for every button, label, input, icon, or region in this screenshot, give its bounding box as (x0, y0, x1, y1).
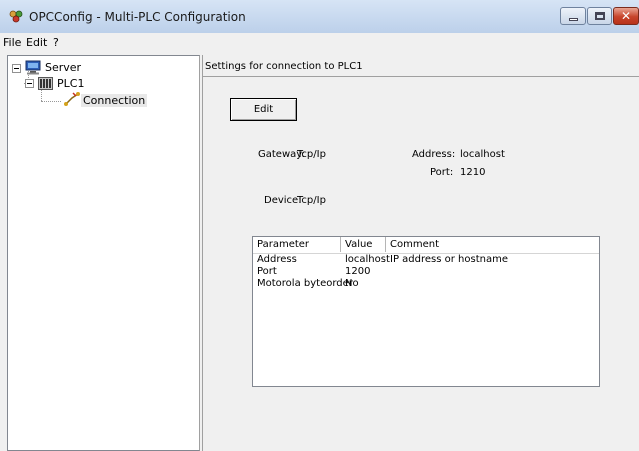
tree-line (41, 101, 61, 102)
device-label: Device: (264, 195, 302, 206)
menu-file[interactable]: File (3, 36, 21, 49)
maximize-button[interactable] (587, 7, 612, 25)
app-icon (9, 10, 23, 23)
table-cell: Address (257, 254, 297, 265)
settings-panel: Settings for connection to PLC1 Edit Gat… (202, 55, 639, 451)
menu-help[interactable]: ? (53, 36, 59, 49)
port-label: Port: (430, 167, 454, 178)
table-row[interactable]: Port 1200 (253, 266, 599, 278)
table-cell: No (345, 278, 359, 289)
panel-title: Settings for connection to PLC1 (205, 61, 363, 72)
gateway-value: Tcp/Ip (297, 149, 326, 160)
title-bar[interactable]: OPCConfig - Multi-PLC Configuration ✕ (0, 0, 639, 34)
table-row[interactable]: Motorola byteorder No (253, 278, 599, 290)
minimize-icon (569, 18, 578, 21)
table-cell: Motorola byteorder (257, 278, 353, 289)
tree-item-connection[interactable]: Connection (81, 94, 148, 107)
tree-view[interactable]: Server PLC1 Connection (7, 55, 200, 451)
close-icon: ✕ (621, 9, 632, 23)
collapse-toggle-plc1[interactable] (25, 79, 34, 88)
table-header: Parameter Value Comment (253, 237, 599, 254)
device-value: Tcp/Ip (297, 195, 326, 206)
edit-button[interactable]: Edit (230, 98, 297, 121)
table-row[interactable]: Address localhost IP address or hostname (253, 254, 599, 266)
table-cell: localhost (345, 254, 390, 265)
menu-edit[interactable]: Edit (26, 36, 47, 49)
computer-icon (25, 60, 41, 78)
plc-icon (38, 77, 53, 93)
port-value: 1210 (460, 167, 486, 178)
address-value: localhost (460, 149, 505, 160)
window-title: OPCConfig - Multi-PLC Configuration (29, 10, 246, 24)
app-window: OPCConfig - Multi-PLC Configuration ✕ Fi… (0, 0, 639, 451)
table-cell: 1200 (345, 266, 371, 277)
parameter-table[interactable]: Parameter Value Comment Address localhos… (252, 236, 600, 387)
collapse-toggle-server[interactable] (12, 64, 21, 73)
table-cell: Port (257, 266, 277, 277)
close-button[interactable]: ✕ (613, 7, 639, 25)
column-header-comment[interactable]: Comment (386, 237, 599, 252)
menu-bar: File Edit ? (0, 33, 639, 53)
maximize-icon (595, 12, 605, 20)
minus-icon (14, 68, 19, 69)
divider (203, 76, 639, 77)
minus-icon (27, 83, 32, 84)
column-header-value[interactable]: Value (341, 237, 386, 252)
address-label: Address: (412, 149, 456, 160)
column-header-parameter[interactable]: Parameter (253, 237, 341, 252)
tree-item-plc1[interactable]: PLC1 (57, 77, 84, 90)
minimize-button[interactable] (560, 7, 586, 25)
connection-icon (64, 92, 80, 109)
table-cell: IP address or hostname (390, 254, 508, 265)
tree-item-server[interactable]: Server (45, 61, 81, 74)
